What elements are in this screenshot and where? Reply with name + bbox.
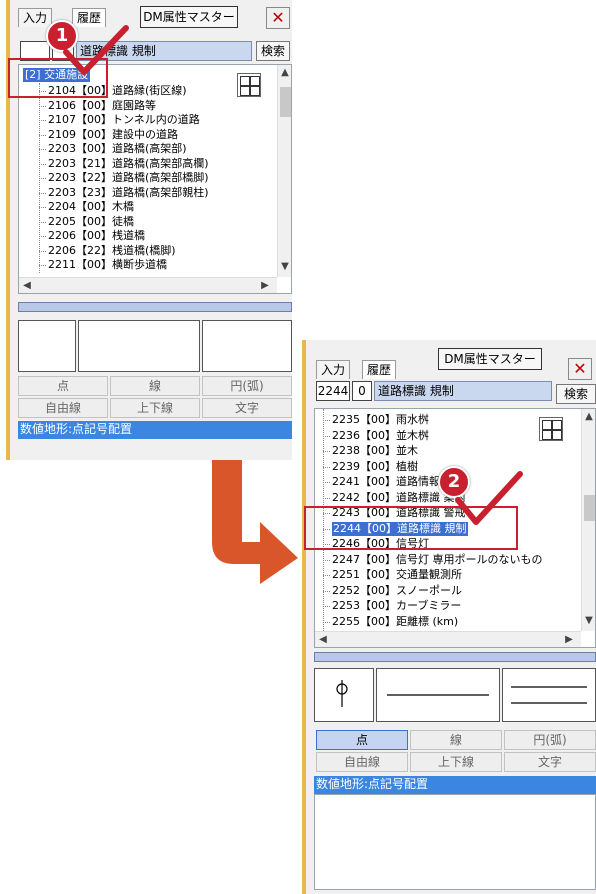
vertical-scrollbar[interactable]: ▲ ▼ <box>581 409 595 631</box>
preview-double-line[interactable] <box>502 668 596 722</box>
arc-button[interactable]: 円(弧) <box>504 730 596 750</box>
tree-item-label: 2205【00】徒橋 <box>48 214 134 228</box>
search-button[interactable]: 検索 <box>256 41 290 61</box>
close-icon[interactable]: ✕ <box>568 358 592 380</box>
tree-item-label: 2255【00】距離標 (km) <box>332 614 459 628</box>
tree-item-label: 2236【00】並木桝 <box>332 428 429 442</box>
status-bar: 数値地形:点記号配置 <box>314 776 596 794</box>
horizontal-scrollbar[interactable]: ◀ ▶ <box>315 631 581 647</box>
tree-item-label: 2239【00】植樹 <box>332 459 418 473</box>
point-button[interactable]: 点 <box>316 730 408 750</box>
checkmark-icon <box>63 25 129 75</box>
arrow-icon <box>212 460 298 584</box>
tree-item-label: 2241【00】道路情報板 <box>332 475 451 488</box>
tab-history[interactable]: 履歴 <box>362 360 397 379</box>
tree-item-label: 2206【22】桟道橋(橋脚) <box>48 243 176 257</box>
grid-icon[interactable] <box>237 73 261 97</box>
divider-bar <box>18 302 292 312</box>
vertical-scrollbar[interactable]: ▲ ▼ <box>277 65 291 277</box>
tree-item-label: 2238【00】並木 <box>332 444 418 457</box>
dm-attribute-master-button[interactable]: DM属性マスター <box>140 6 238 28</box>
tree-item-label: 2107【00】トンネル内の道路 <box>48 113 200 126</box>
preview-point[interactable] <box>314 668 374 722</box>
pin-symbol-icon <box>336 680 348 707</box>
code-field[interactable]: 2244 <box>316 381 350 401</box>
attribute-tree[interactable]: [2] 交通施設 2104【00】道路縁(街区線) 2106【00】庭園路等 210… <box>18 64 292 294</box>
attribute-name-field: 道路標識 規制 <box>374 381 552 401</box>
close-icon[interactable]: ✕ <box>266 7 290 29</box>
horizontal-scrollbar[interactable]: ◀ ▶ <box>19 277 277 293</box>
line-button[interactable]: 線 <box>410 730 502 750</box>
updown-line-button[interactable]: 上下線 <box>410 752 502 772</box>
tree-item-label: 2203【21】道路橋(高架部高欄) <box>48 156 209 170</box>
divider-bar <box>314 652 596 662</box>
point-button[interactable]: 点 <box>18 376 108 396</box>
tree-item-label: 2203【22】道路橋(高架部橋脚) <box>48 171 209 184</box>
preview-point[interactable] <box>18 320 76 372</box>
text-button[interactable]: 文字 <box>504 752 596 772</box>
freeline-button[interactable]: 自由線 <box>316 752 408 772</box>
preview-double-line[interactable] <box>202 320 292 372</box>
updown-line-button[interactable]: 上下線 <box>110 398 200 418</box>
tree-item-label: 2203【00】道路橋(高架部) <box>48 142 187 155</box>
text-button[interactable]: 文字 <box>202 398 292 418</box>
tree-item-label: 2204【00】木橋 <box>48 200 134 213</box>
grid-icon[interactable] <box>539 417 563 441</box>
tree-item-label: 2109【00】建設中の道路 <box>48 127 178 141</box>
tree-item-label: 2106【00】庭園路等 <box>48 98 156 112</box>
tree-item-label: 2253【00】カーブミラー <box>332 599 462 612</box>
status-bar: 数値地形:点記号配置 <box>18 421 292 439</box>
tree-item-label: 2206【00】桟道橋 <box>48 229 145 242</box>
arc-button[interactable]: 円(弧) <box>202 376 292 396</box>
sub-code-field[interactable]: 0 <box>352 381 372 401</box>
line-button[interactable]: 線 <box>110 376 200 396</box>
tree-item-label: 2203【23】道路橋(高架部親柱) <box>48 185 209 199</box>
search-button[interactable]: 検索 <box>556 384 596 404</box>
tree-item-label: 2211【00】横断歩道橋 <box>48 258 167 271</box>
tree-item-label: 2247【00】信号灯 専用ポールのないもの <box>332 552 543 566</box>
message-area <box>314 794 596 890</box>
tree-item-label: 2251【00】交通量観測所 <box>332 568 462 581</box>
attribute-panel-after: 入力 履歴 DM属性マスター ✕ 2244 0 道路標識 規制 検索 2235【… <box>302 340 596 894</box>
tree-item-label: 2235【00】雨水桝 <box>332 413 429 426</box>
tab-input[interactable]: 入力 <box>316 360 351 379</box>
dm-attribute-master-button[interactable]: DM属性マスター <box>438 348 542 370</box>
freeline-button[interactable]: 自由線 <box>18 398 108 418</box>
tab-input[interactable]: 入力 <box>18 8 53 27</box>
preview-line[interactable] <box>376 668 500 722</box>
preview-line[interactable] <box>78 320 200 372</box>
checkmark-icon <box>455 471 523 525</box>
tree-item-label: 2252【00】スノーポール <box>332 583 462 597</box>
